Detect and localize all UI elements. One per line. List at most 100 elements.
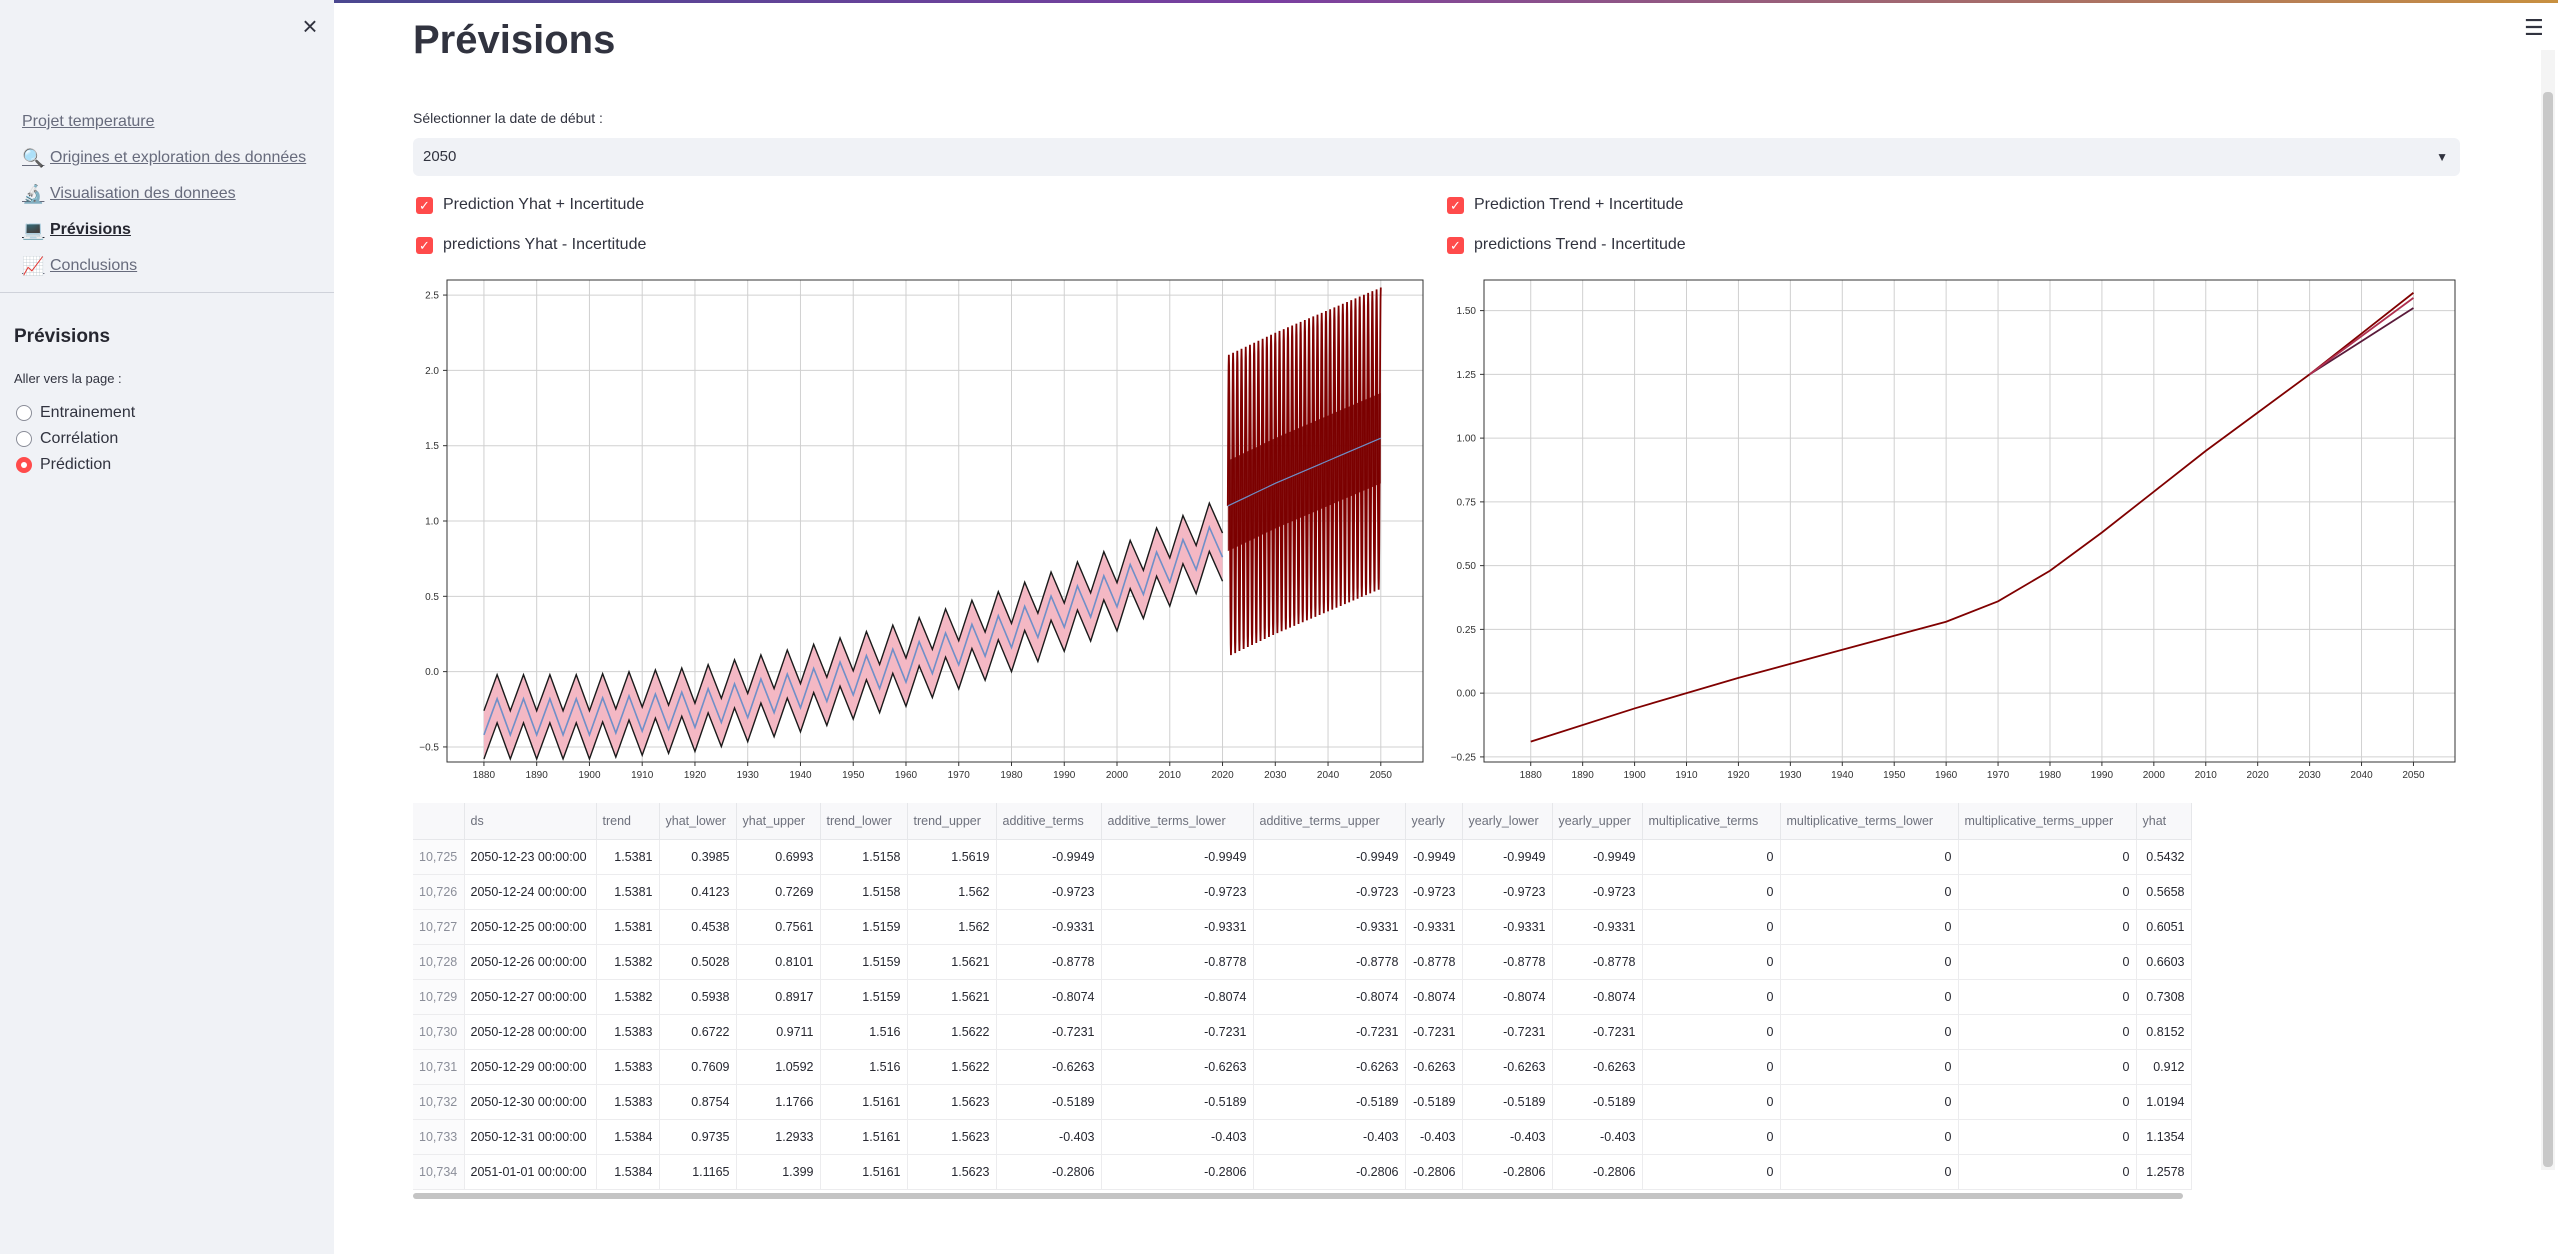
table-cell[interactable]: -0.8074 [1253, 979, 1406, 1015]
table-cell[interactable]: 0.8101 [736, 944, 821, 980]
column-header[interactable]: multiplicative_terms [1642, 803, 1781, 840]
row-index[interactable]: 10,730 [413, 1014, 465, 1050]
table-cell[interactable]: 0.7269 [736, 874, 821, 910]
table-cell[interactable]: 1.5623 [907, 1154, 997, 1190]
table-cell[interactable]: -0.2806 [1101, 1154, 1254, 1190]
table-cell[interactable]: 1.5384 [596, 1154, 660, 1190]
table-cell[interactable]: -0.9723 [1552, 874, 1643, 910]
table-cell[interactable]: -0.9949 [1552, 839, 1643, 875]
table-cell[interactable]: -0.8778 [1552, 944, 1643, 980]
start-date-select[interactable]: 2050 ▼ [413, 138, 2460, 176]
table-cell[interactable]: -0.403 [996, 1119, 1102, 1155]
table-cell[interactable]: 1.5159 [820, 979, 908, 1015]
table-cell[interactable]: 1.5382 [596, 944, 660, 980]
table-cell[interactable]: -0.7231 [1462, 1014, 1553, 1050]
table-cell[interactable]: 1.5383 [596, 1049, 660, 1085]
table-cell[interactable]: -0.7231 [996, 1014, 1102, 1050]
table-cell[interactable]: -0.403 [1253, 1119, 1406, 1155]
table-cell[interactable]: 1.562 [907, 874, 997, 910]
checkbox-checked-icon[interactable]: ✓ [416, 236, 433, 254]
column-header[interactable]: yearly_upper [1552, 803, 1643, 840]
table-row[interactable]: 10,729 2050-12-27 00:00:00 1.5382 0.5938 0.8… [413, 979, 2192, 1015]
table-cell[interactable]: 1.5621 [907, 979, 997, 1015]
table-cell[interactable]: 0 [1958, 1049, 2137, 1085]
table-cell[interactable]: -0.5189 [1101, 1084, 1254, 1120]
table-cell[interactable]: -0.2806 [1552, 1154, 1643, 1190]
column-header[interactable]: yhat_lower [659, 803, 737, 840]
table-cell[interactable]: 2050-12-23 00:00:00 [464, 839, 597, 875]
table-cell[interactable]: 0.9711 [736, 1014, 821, 1050]
table-cell[interactable]: 0.6603 [2136, 944, 2192, 980]
table-cell[interactable]: 0.8754 [659, 1084, 737, 1120]
table-cell[interactable]: 1.5158 [820, 839, 908, 875]
table-cell[interactable]: -0.5189 [1405, 1084, 1463, 1120]
table-row[interactable]: 10,731 2050-12-29 00:00:00 1.5383 0.7609 1.0… [413, 1049, 2192, 1085]
sidebar-item-projet-temperature[interactable]: Projet temperature [22, 104, 306, 140]
table-cell[interactable]: 0.5432 [2136, 839, 2192, 875]
radio-button[interactable] [16, 431, 32, 447]
table-cell[interactable]: 1.5384 [596, 1119, 660, 1155]
table-cell[interactable]: 2050-12-27 00:00:00 [464, 979, 597, 1015]
table-cell[interactable]: -0.9331 [1552, 909, 1643, 945]
table-cell[interactable]: 0 [1642, 909, 1781, 945]
table-row[interactable]: 10,732 2050-12-30 00:00:00 1.5383 0.8754 1.1… [413, 1084, 2192, 1120]
table-cell[interactable]: 0 [1642, 1014, 1781, 1050]
table-cell[interactable]: -0.6263 [1405, 1049, 1463, 1085]
table-cell[interactable]: 0.8152 [2136, 1014, 2192, 1050]
table-cell[interactable]: 1.516 [820, 1014, 908, 1050]
row-index[interactable]: 10,728 [413, 944, 465, 980]
table-cell[interactable]: 2050-12-25 00:00:00 [464, 909, 597, 945]
column-header[interactable]: yearly_lower [1462, 803, 1553, 840]
table-cell[interactable]: 0 [1642, 839, 1781, 875]
sidebar-item-conclusions[interactable]: 📈 Conclusions [22, 248, 306, 284]
table-cell[interactable]: -0.7231 [1101, 1014, 1254, 1050]
column-header[interactable]: yhat [2136, 803, 2192, 840]
table-cell[interactable]: 0 [1958, 1154, 2137, 1190]
row-index[interactable]: 10,726 [413, 874, 465, 910]
table-cell[interactable]: 0 [1958, 1014, 2137, 1050]
table-cell[interactable]: 0 [1958, 944, 2137, 980]
table-cell[interactable]: -0.8074 [1405, 979, 1463, 1015]
table-cell[interactable]: 2050-12-24 00:00:00 [464, 874, 597, 910]
table-cell[interactable]: 0 [1780, 1119, 1959, 1155]
row-index[interactable]: 10,732 [413, 1084, 465, 1120]
table-cell[interactable]: 1.1766 [736, 1084, 821, 1120]
table-cell[interactable]: 1.5619 [907, 839, 997, 875]
table-cell[interactable]: 0.4123 [659, 874, 737, 910]
table-row[interactable]: 10,725 2050-12-23 00:00:00 1.5381 0.3985 0.6… [413, 839, 2192, 875]
table-cell[interactable]: -0.9723 [1462, 874, 1553, 910]
table-cell[interactable]: 0.7609 [659, 1049, 737, 1085]
table-cell[interactable]: -0.9331 [1101, 909, 1254, 945]
table-cell[interactable]: -0.7231 [1405, 1014, 1463, 1050]
column-header[interactable]: additive_terms [996, 803, 1102, 840]
table-cell[interactable]: 0.9735 [659, 1119, 737, 1155]
table-cell[interactable]: 0 [1780, 979, 1959, 1015]
column-header[interactable]: additive_terms_lower [1101, 803, 1254, 840]
table-cell[interactable]: 0 [1958, 1084, 2137, 1120]
table-cell[interactable]: 0.6722 [659, 1014, 737, 1050]
table-cell[interactable]: -0.5189 [1552, 1084, 1643, 1120]
table-cell[interactable]: -0.9949 [996, 839, 1102, 875]
sidebar-item-visualisation[interactable]: 🔬 Visualisation des donnees [22, 176, 306, 212]
column-header[interactable]: additive_terms_upper [1253, 803, 1406, 840]
table-row[interactable]: 10,727 2050-12-25 00:00:00 1.5381 0.4538 0.7… [413, 909, 2192, 945]
table-cell[interactable]: 0 [1642, 1049, 1781, 1085]
table-row[interactable]: 10,733 2050-12-31 00:00:00 1.5384 0.9735 1.2… [413, 1119, 2192, 1155]
table-cell[interactable]: 0 [1642, 944, 1781, 980]
table-cell[interactable]: -0.9723 [1101, 874, 1254, 910]
table-cell[interactable]: 1.2578 [2136, 1154, 2192, 1190]
table-cell[interactable]: 2050-12-28 00:00:00 [464, 1014, 597, 1050]
table-cell[interactable]: 0 [1958, 909, 2137, 945]
table-cell[interactable]: -0.7231 [1552, 1014, 1643, 1050]
table-cell[interactable]: 0 [1958, 1119, 2137, 1155]
table-cell[interactable]: 0 [1642, 1154, 1781, 1190]
table-cell[interactable]: -0.9723 [996, 874, 1102, 910]
table-cell[interactable]: 1.0194 [2136, 1084, 2192, 1120]
checkbox-checked-icon[interactable]: ✓ [1447, 196, 1464, 214]
table-cell[interactable]: 0.5938 [659, 979, 737, 1015]
table-cell[interactable]: 1.5622 [907, 1049, 997, 1085]
table-cell[interactable]: 1.516 [820, 1049, 908, 1085]
radio-entrainement[interactable]: Entrainement [16, 400, 135, 426]
row-index[interactable]: 10,734 [413, 1154, 465, 1190]
table-cell[interactable]: 0.912 [2136, 1049, 2192, 1085]
